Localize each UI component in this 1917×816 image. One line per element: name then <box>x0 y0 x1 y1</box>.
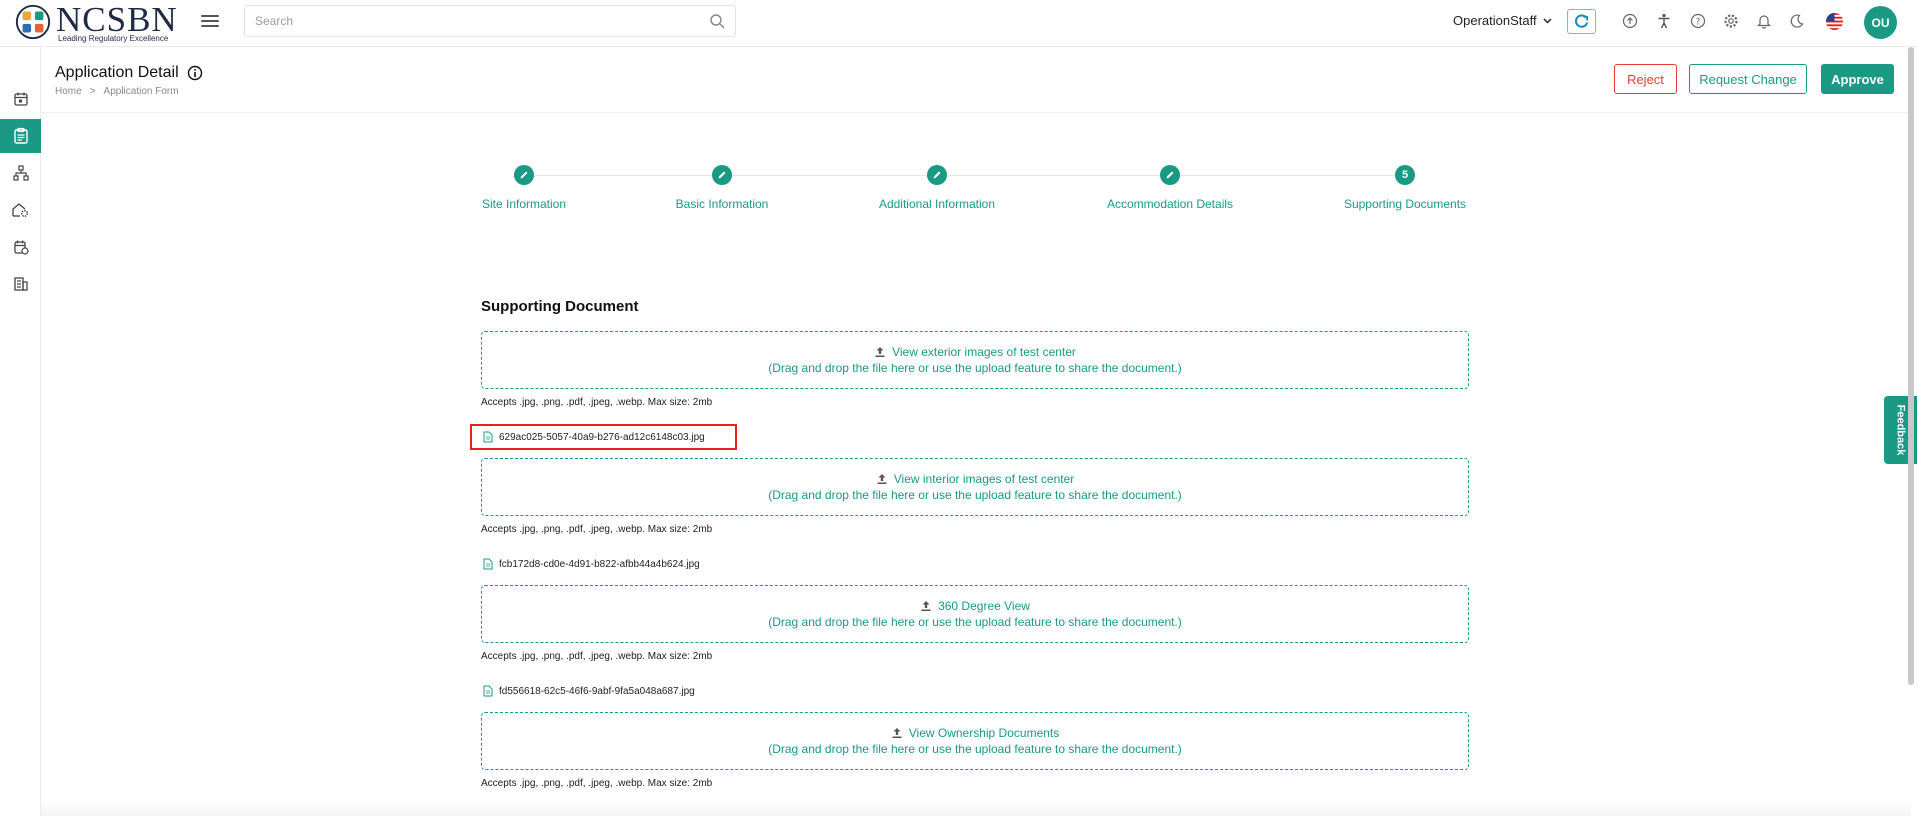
refresh-button[interactable] <box>1567 9 1596 34</box>
step-additional-information[interactable]: Additional Information <box>877 165 997 211</box>
uploaded-file[interactable]: fcb172d8-cd0e-4d91-b822-afbb44a4b624.jpg <box>483 554 700 574</box>
sidebar-item-calendar[interactable] <box>0 82 41 116</box>
file-icon <box>483 685 493 697</box>
role-label: OperationStaff <box>1453 13 1537 28</box>
dropzone-label: 360 Degree View <box>938 599 1030 613</box>
page-title: Application Detail <box>55 64 203 82</box>
breadcrumb-current: Application Form <box>103 86 179 97</box>
settings-icon[interactable] <box>1721 11 1741 31</box>
dropzone-hint: (Drag and drop the file here or use the … <box>768 361 1182 375</box>
accepts-note: Accepts .jpg, .png, .pdf, .jpeg, .webp. … <box>481 651 713 662</box>
step-site-information[interactable]: Site Information <box>481 165 567 211</box>
uploaded-file[interactable]: fd556618-62c5-46f6-9abf-9fa5a048a687.jpg <box>483 681 695 701</box>
accessibility-icon[interactable] <box>1654 11 1674 31</box>
breadcrumb: Home > Application Form <box>55 86 179 97</box>
dropzone-label: View Ownership Documents <box>908 726 1060 740</box>
calendar-clock-icon <box>13 240 29 255</box>
step-supporting-documents[interactable]: 5 Supporting Documents <box>1342 165 1468 211</box>
file-icon <box>483 558 493 570</box>
file-name: fcb172d8-cd0e-4d91-b822-afbb44a4b624.jpg <box>499 558 700 570</box>
feedback-label: Feedback <box>1894 404 1907 456</box>
dropzone-label: View interior images of test center <box>893 472 1075 486</box>
step-label: Site Information <box>481 197 567 211</box>
org-chart-icon <box>12 165 29 181</box>
breadcrumb-home[interactable]: Home <box>55 86 82 97</box>
pencil-icon <box>1160 165 1180 185</box>
step-label: Supporting Documents <box>1343 197 1467 211</box>
accepts-note: Accepts .jpg, .png, .pdf, .jpeg, .webp. … <box>481 397 713 408</box>
user-avatar[interactable]: OU <box>1864 6 1897 39</box>
upload-icon <box>875 347 885 357</box>
bottom-fade <box>41 800 1911 816</box>
header-divider <box>41 112 1911 113</box>
sidebar-item-buildings[interactable] <box>0 267 41 301</box>
upload-dropzone-ownership[interactable]: View Ownership Documents (Drag and drop … <box>481 712 1469 770</box>
moon-icon[interactable] <box>1787 11 1807 31</box>
info-icon[interactable] <box>187 65 203 81</box>
upload-dropzone-interior[interactable]: View interior images of test center (Dra… <box>481 458 1469 516</box>
accepts-note: Accepts .jpg, .png, .pdf, .jpeg, .webp. … <box>481 778 713 789</box>
upload-icon <box>877 474 887 484</box>
step-label: Basic Information <box>675 197 769 211</box>
dropzone-hint: (Drag and drop the file here or use the … <box>768 615 1182 629</box>
accepts-note: Accepts .jpg, .png, .pdf, .jpeg, .webp. … <box>481 524 713 535</box>
help-icon[interactable]: ? <box>1688 11 1708 31</box>
left-sidebar <box>0 47 41 816</box>
brand-name: NCSBN <box>56 0 178 39</box>
refresh-icon <box>1575 14 1589 28</box>
step-label: Additional Information <box>878 197 996 211</box>
approve-button[interactable]: Approve <box>1821 64 1894 94</box>
step-basic-information[interactable]: Basic Information <box>675 165 769 211</box>
pencil-icon <box>514 165 534 185</box>
sidebar-item-organization[interactable] <box>0 156 41 190</box>
selection-highlight <box>470 424 737 450</box>
building-gear-icon <box>12 203 28 217</box>
clipboard-icon <box>13 127 28 144</box>
logo-mark-icon <box>15 4 51 40</box>
menu-toggle-icon[interactable] <box>201 12 219 30</box>
building-icon <box>13 277 28 291</box>
role-dropdown[interactable]: OperationStaff <box>1453 13 1552 28</box>
bell-icon[interactable] <box>1754 11 1774 31</box>
svg-text:?: ? <box>1696 17 1701 27</box>
scrollbar-thumb[interactable] <box>1908 47 1914 685</box>
dropzone-hint: (Drag and drop the file here or use the … <box>768 742 1182 756</box>
section-title: Supporting Document <box>481 298 639 315</box>
search-box[interactable] <box>244 5 736 37</box>
step-number: 5 <box>1395 165 1415 185</box>
file-name: fd556618-62c5-46f6-9abf-9fa5a048a687.jpg <box>499 685 695 697</box>
dropzone-hint: (Drag and drop the file here or use the … <box>768 488 1182 502</box>
step-accommodation-details[interactable]: Accommodation Details <box>1105 165 1235 211</box>
request-change-button[interactable]: Request Change <box>1689 64 1807 94</box>
search-icon[interactable] <box>709 13 725 29</box>
upload-circle-icon[interactable] <box>1620 11 1640 31</box>
search-input[interactable] <box>245 6 685 36</box>
brand-tagline: Leading Regulatory Excellence <box>58 33 169 43</box>
upload-dropzone-exterior[interactable]: View exterior images of test center (Dra… <box>481 331 1469 389</box>
upload-icon <box>892 728 902 738</box>
pencil-icon <box>712 165 732 185</box>
sidebar-item-schedule[interactable] <box>0 230 41 264</box>
ncsbn-logo[interactable]: NCSBN Leading Regulatory Excellence <box>14 1 178 43</box>
dropzone-label: View exterior images of test center <box>892 345 1076 359</box>
us-flag-icon[interactable] <box>1824 11 1844 31</box>
upload-dropzone-360[interactable]: 360 Degree View (Drag and drop the file … <box>481 585 1469 643</box>
sidebar-item-site-settings[interactable] <box>0 193 41 227</box>
calendar-icon <box>13 92 28 106</box>
page-title-text: Application Detail <box>55 64 179 81</box>
step-label: Accommodation Details <box>1106 197 1234 211</box>
breadcrumb-separator: > <box>89 86 96 97</box>
reject-button[interactable]: Reject <box>1614 64 1677 94</box>
sidebar-item-applications[interactable] <box>0 119 41 153</box>
pencil-icon <box>927 165 947 185</box>
upload-icon <box>921 601 931 611</box>
top-header: NCSBN Leading Regulatory Excellence Oper… <box>0 0 1917 47</box>
chevron-down-icon <box>1543 17 1552 24</box>
